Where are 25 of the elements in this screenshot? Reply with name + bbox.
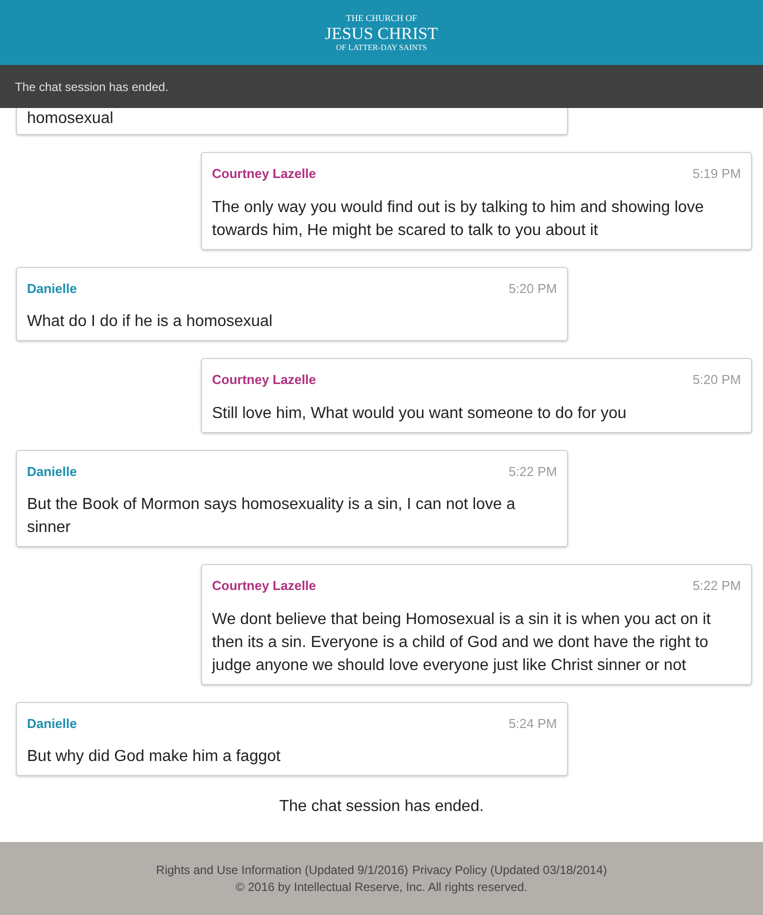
message-text: The only way you would find out is by talking to him and showing love towards him, He might be scared to talk to you about it <box>212 198 705 240</box>
sender-name: Danielle <box>27 714 77 732</box>
sender-name: Danielle <box>27 462 77 480</box>
session-ended-text: The chat session has ended. <box>278 797 485 817</box>
message-text: But why did God make him a faggot <box>27 747 282 767</box>
message-time: 5:22 PM <box>508 462 557 480</box>
message-text: What do I do if he is a homosexual <box>27 312 274 332</box>
message-time: 5:22 PM <box>692 577 741 595</box>
sender-name: Danielle <box>27 280 77 298</box>
sender-name: Courtney Lazelle <box>212 577 316 595</box>
message-text: Still love him, What would you want someone to do for you <box>212 404 628 424</box>
copyright-text: © 2016 by Intellectual Reserve, Inc. All rights reserved. <box>236 878 528 896</box>
footer-link[interactable]: Rights and Use Information (Updated 9/1/2016) <box>156 862 408 878</box>
footer-link[interactable]: Privacy Policy (Updated 03/18/2014) <box>412 862 607 878</box>
message-text: homosexual <box>27 109 114 129</box>
message-time: 5:24 PM <box>508 714 557 732</box>
message-text: We dont believe that being Homosexual is a sin it is when you act on it then its a sin. Everyone is a child of God and we dont have the right to judge anyone we should love everyone just like Christ sinner or not <box>212 610 712 676</box>
message-time: 5:20 PM <box>692 371 741 389</box>
sender-name: Courtney Lazelle <box>212 371 316 389</box>
message-time: 5:19 PM <box>692 165 741 183</box>
message-time: 5:20 PM <box>508 280 557 298</box>
church-logo[interactable]: THE CHURCH OF JESUS CHRIST OF LATTER-DAY SAINTS <box>325 14 438 52</box>
notice-text: The chat session has ended. <box>15 78 168 96</box>
message-text: But the Book of Mormon says homosexuality is a sin, I can not love a sinner <box>27 495 516 538</box>
sender-name: Courtney Lazelle <box>212 165 316 183</box>
